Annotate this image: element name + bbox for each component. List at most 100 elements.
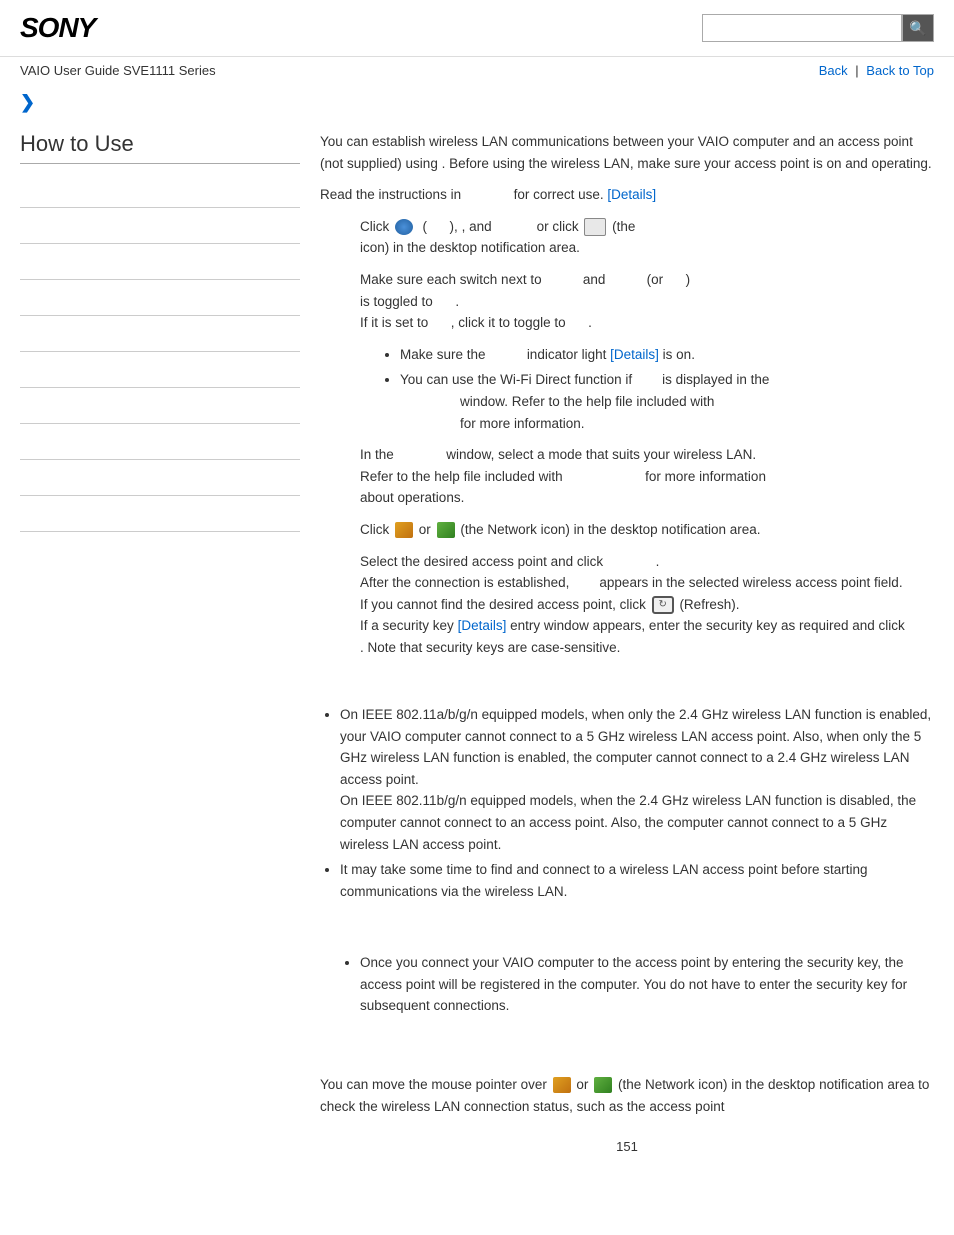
step-3-text: In the window, select a mode that suits … [360, 444, 934, 509]
footer-or: or [576, 1077, 588, 1092]
instructions-paragraph: Read the instructions in for correct use… [320, 184, 934, 206]
step-3-prefix: In the [360, 447, 394, 462]
step-4-block: Click or (the Network icon) in the deskt… [360, 519, 934, 541]
footer-paragraph: You can move the mouse pointer over or (… [320, 1074, 934, 1117]
page-header: SONY 🔍 [0, 0, 954, 57]
search-button[interactable]: 🔍 [902, 14, 934, 42]
nav-separator: | [855, 63, 858, 78]
step-2-toggled: is toggled to [360, 294, 433, 309]
step-2-close: ) [686, 272, 691, 287]
step-2-or: (or [647, 272, 664, 287]
step-1-click: Click [360, 219, 389, 234]
breadcrumb-section: ❯ [0, 84, 954, 121]
search-input[interactable] [702, 14, 902, 42]
step-6-mid: appears in the selected wireless access … [599, 575, 902, 590]
hint-section: Once you connect your VAIO computer to t… [320, 952, 934, 1017]
step-2-click: , click it to toggle to [451, 315, 566, 330]
step-5-suffix: . [656, 554, 660, 569]
step-3-block: In the window, select a mode that suits … [360, 444, 934, 509]
guide-label: VAIO User Guide SVE1111 Series [20, 63, 216, 78]
step-1-end: icon) in the desktop notification area. [360, 240, 580, 255]
step-2-final: . [588, 315, 592, 330]
sony-logo: SONY [20, 12, 95, 44]
step-8-mid: entry window appears, enter the security… [510, 618, 905, 633]
nav-links: Back | Back to Top [819, 63, 934, 78]
breadcrumb-chevron[interactable]: ❯ [20, 92, 35, 112]
taskbar-icon [584, 218, 606, 236]
step-2-block: Make sure each switch next to and (or ) … [360, 269, 934, 334]
bullet2-mid: is displayed in the [662, 372, 769, 387]
hint-item-1: Once you connect your VAIO computer to t… [360, 952, 934, 1017]
step-7-suffix: (Refresh). [679, 597, 739, 612]
search-area: 🔍 [702, 14, 934, 42]
bullet-item-1: Make sure the indicator light [Details] … [400, 344, 934, 366]
details-link-3[interactable]: [Details] [458, 618, 507, 633]
footer-network-icon-1 [553, 1077, 571, 1093]
network-icon-2 [437, 522, 455, 538]
step-2-prefix: Make sure each switch next to [360, 272, 542, 287]
page-number: 151 [320, 1137, 934, 1158]
details-link-2[interactable]: [Details] [610, 347, 659, 362]
note-section: On IEEE 802.11a/b/g/n equipped models, w… [320, 704, 934, 902]
step-5-block: Select the desired access point and clic… [360, 551, 934, 659]
step-4-or: or [419, 522, 431, 537]
intro-text-2: . Before using the wireless LAN, make su… [442, 156, 932, 171]
step-5-select: Select the desired access point and clic… [360, 554, 603, 569]
bullets-block: Make sure the indicator light [Details] … [360, 344, 934, 434]
details-link-1[interactable]: [Details] [607, 187, 656, 202]
note-item-2: It may take some time to find and connec… [340, 859, 934, 902]
intro-paragraph: You can establish wireless LAN communica… [320, 131, 934, 174]
wifi-icon [395, 219, 413, 235]
step-8-prefix: If a security key [360, 618, 454, 633]
back-to-top-link[interactable]: Back to Top [866, 63, 934, 78]
refresh-icon: ↻ [652, 596, 674, 614]
step-1-block: Click ( ), , and or click (the icon) in … [360, 216, 934, 259]
bullet2-suffix: for more information. [460, 416, 585, 431]
sidebar-item-10[interactable] [20, 496, 300, 532]
back-link[interactable]: Back [819, 63, 848, 78]
bullet1-mid: indicator light [527, 347, 607, 362]
hint-list: Once you connect your VAIO computer to t… [360, 952, 934, 1017]
sidebar-item-8[interactable] [20, 424, 300, 460]
main-content: How to Use You can establish wireless LA… [0, 121, 954, 1178]
sidebar-item-9[interactable] [20, 460, 300, 496]
search-icon: 🔍 [909, 20, 926, 37]
step-7-prefix: If you cannot find the desired access po… [360, 597, 646, 612]
network-icon-1 [395, 522, 413, 538]
step-3-mid: window, select a mode that suits your wi… [446, 447, 756, 462]
footer-network-icon-2 [594, 1077, 612, 1093]
content-area: You can establish wireless LAN communica… [320, 131, 934, 1158]
sidebar-item-1[interactable] [20, 172, 300, 208]
sidebar-item-5[interactable] [20, 316, 300, 352]
step-1-mid: ( [419, 219, 427, 234]
sidebar-item-6[interactable] [20, 352, 300, 388]
bullet2-text: You can use the Wi-Fi Direct function if [400, 372, 632, 387]
step-3-refer-mid: for more information [645, 469, 766, 484]
nav-bar: VAIO User Guide SVE1111 Series Back | Ba… [0, 57, 954, 84]
bullet1-suffix: is on. [663, 347, 695, 362]
sidebar-item-4[interactable] [20, 280, 300, 316]
step-4-suffix: (the Network icon) in the desktop notifi… [460, 522, 760, 537]
bullet2-window: window. Refer to the help file included … [460, 394, 714, 409]
footer-text-1: You can move the mouse pointer over [320, 1077, 547, 1092]
sidebar-item-3[interactable] [20, 244, 300, 280]
step-4-text: Click or (the Network icon) in the deskt… [360, 519, 934, 541]
step-1-text: Click ( ), , and or click (the icon) in … [360, 216, 934, 259]
note-item-1: On IEEE 802.11a/b/g/n equipped models, w… [340, 704, 934, 855]
sidebar-item-2[interactable] [20, 208, 300, 244]
sidebar: How to Use [20, 131, 300, 1158]
step-6-prefix: After the connection is established, [360, 575, 569, 590]
step-2-if: If it is set to [360, 315, 428, 330]
step-2-period: . [455, 294, 459, 309]
step-3-about: about operations. [360, 490, 464, 505]
step-1-and: , and [462, 219, 492, 234]
step-8-suffix: . Note that security keys are case-sensi… [360, 640, 620, 655]
instructions-text-1: Read the instructions in [320, 187, 461, 202]
step-1-or: or click [537, 219, 579, 234]
step-1-the: (the [612, 219, 635, 234]
sidebar-item-7[interactable] [20, 388, 300, 424]
bullet1-text: Make sure the [400, 347, 486, 362]
step-4-click: Click [360, 522, 389, 537]
step-3-refer: Refer to the help file included with [360, 469, 563, 484]
sidebar-title: How to Use [20, 131, 300, 164]
